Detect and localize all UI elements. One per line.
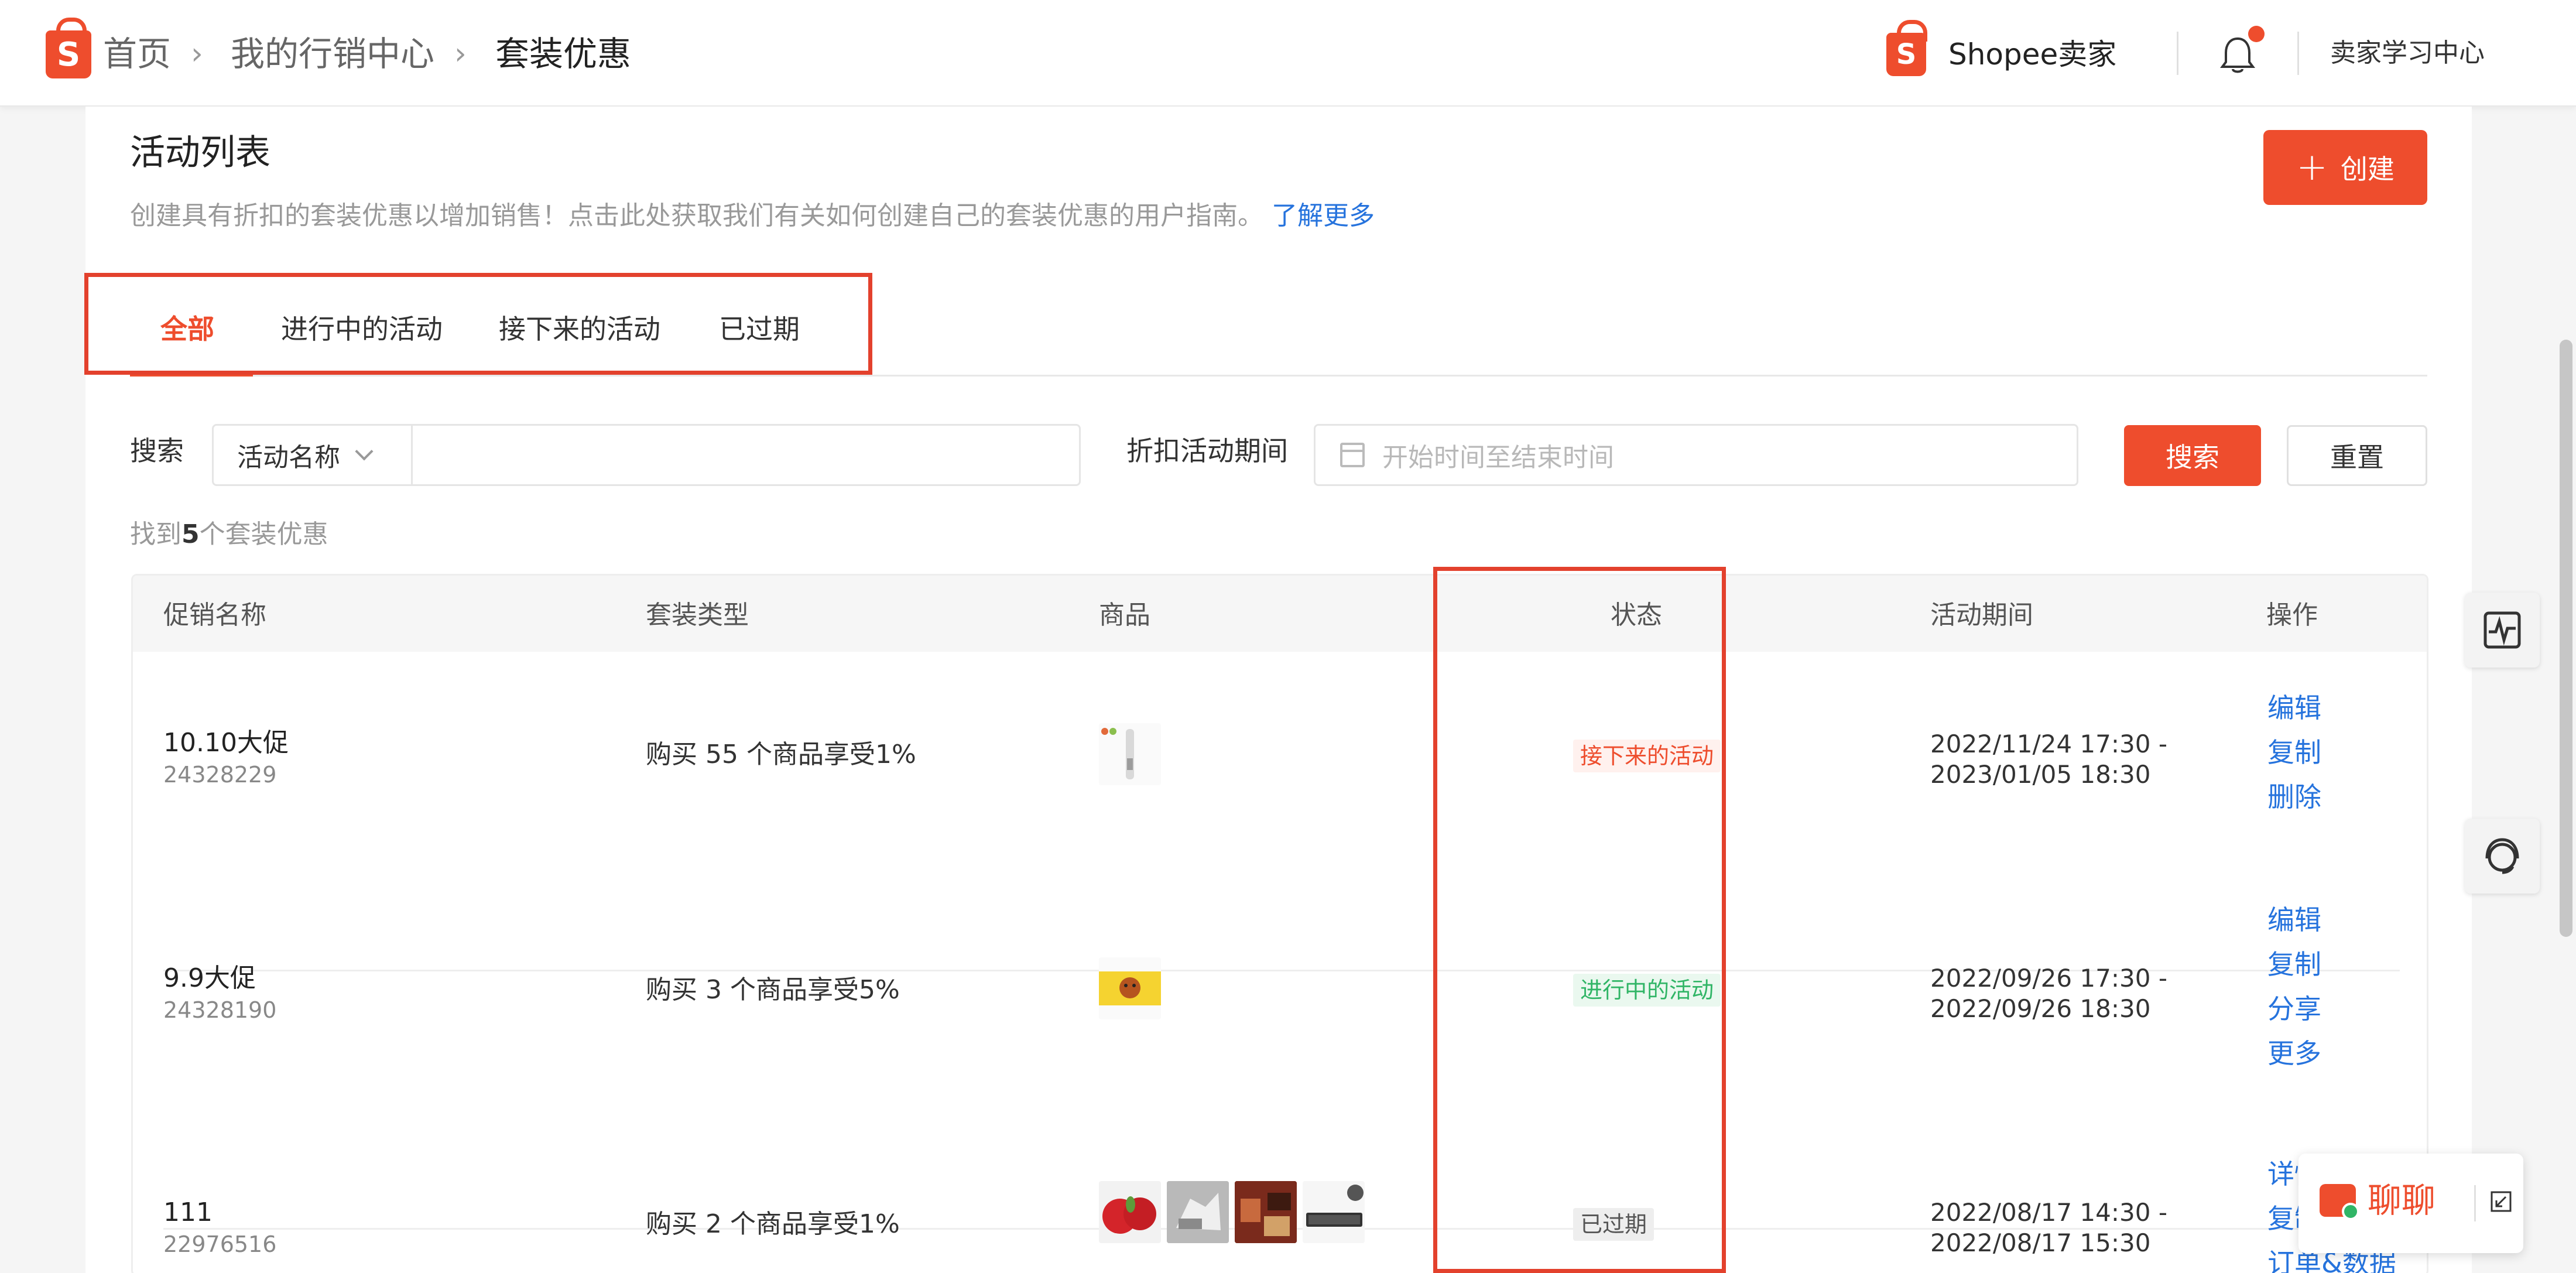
bundle-type: 购买 3 个商品享受5%: [646, 975, 900, 1005]
search-label: 搜索: [130, 435, 184, 467]
search-input[interactable]: [415, 429, 1071, 481]
campaign-period: 2022/08/17 14:30 - 2022/08/17 15:30: [1930, 1197, 2167, 1258]
table-row: 111 22976516: [163, 1196, 276, 1260]
chat-widget[interactable]: 聊聊: [2298, 1154, 2523, 1253]
period-end: 2023/01/05 18:30: [1930, 760, 2151, 789]
period-end: 2022/08/17 15:30: [1930, 1228, 2151, 1257]
notification-dot: [2248, 26, 2265, 42]
seller-learning-center-link[interactable]: 卖家学习中心: [2330, 35, 2485, 71]
edit-action[interactable]: 编辑: [2267, 686, 2321, 730]
table-row: 9.9大促 24328190: [163, 962, 276, 1025]
search-type-value: 活动名称: [237, 443, 340, 473]
search-type-select[interactable]: 活动名称: [214, 426, 413, 484]
chevron-right-icon: ›: [454, 36, 467, 71]
period-start: 2022/08/17 14:30 -: [1930, 1198, 2167, 1227]
row-actions: 编辑 复制 分享 更多: [2267, 898, 2321, 1076]
chat-bubble-icon: [2320, 1184, 2359, 1220]
promotion-name: 10.10大促: [163, 728, 289, 758]
column-header-name: 促销名称: [163, 600, 266, 630]
row-actions: 编辑 复制 删除: [2267, 686, 2321, 819]
discount-period-label: 折扣活动期间: [1126, 435, 1288, 467]
copy-action[interactable]: 复制: [2267, 942, 2321, 987]
learn-more-link[interactable]: 了解更多: [1272, 201, 1375, 231]
date-range-picker[interactable]: 开始时间至结束时间: [1314, 424, 2078, 486]
divider: [2177, 32, 2178, 75]
product-thumbnail[interactable]: [1099, 957, 1161, 1019]
date-range-placeholder: 开始时间至结束时间: [1382, 443, 1614, 473]
tabs-divider: [130, 375, 2427, 377]
page-description: 创建具有折扣的套装优惠以增加销售！点击此处获取我们有关如何创建自己的套装优惠的用…: [130, 194, 1375, 232]
shopee-seller-logo-icon[interactable]: S: [1886, 20, 1927, 76]
performance-monitor-button[interactable]: [2465, 593, 2540, 668]
column-header-type: 套装类型: [646, 600, 749, 630]
breadcrumb-home[interactable]: 首页: [103, 30, 171, 77]
share-action[interactable]: 分享: [2267, 987, 2321, 1031]
chevron-down-icon: [355, 442, 374, 461]
column-header-period: 活动期间: [1930, 600, 2033, 630]
period-start: 2022/11/24 17:30 -: [1930, 730, 2167, 758]
breadcrumb-marketing-center[interactable]: 我的行销中心: [231, 30, 434, 77]
more-action[interactable]: 更多: [2267, 1031, 2321, 1076]
table-header: 促销名称 套装类型 商品 状态 活动期间 操作: [133, 576, 2427, 652]
copy-action[interactable]: 复制: [2267, 730, 2321, 775]
page-scrollbar[interactable]: [2560, 340, 2572, 937]
bundle-type: 购买 55 个商品享受1%: [646, 740, 916, 769]
result-count-number: 5: [181, 519, 200, 549]
customer-service-button[interactable]: [2465, 819, 2540, 894]
breadcrumb-current: 套装优惠: [495, 34, 632, 74]
calendar-icon: [1340, 443, 1365, 467]
tabs-highlight-box: [84, 273, 872, 375]
description-text: 创建具有折扣的套装优惠以增加销售！点击此处获取我们有关如何创建自己的套装优惠的用…: [130, 201, 1263, 231]
product-thumbnail[interactable]: [1099, 1181, 1161, 1243]
expand-icon[interactable]: [2489, 1190, 2513, 1213]
top-bar: S 首页 › 我的行销中心 › 套装优惠 S Shopee卖家 卖家学习中心: [0, 0, 2576, 107]
delete-action[interactable]: 删除: [2267, 775, 2321, 819]
shopee-logo-icon[interactable]: S: [46, 18, 91, 78]
promotion-id: 24328190: [163, 997, 277, 1023]
create-button-label: 创建: [2340, 153, 2395, 185]
bundle-type: 购买 2 个商品享受1%: [646, 1209, 900, 1239]
product-thumbnail[interactable]: [1167, 1181, 1229, 1243]
headset-icon: [2485, 838, 2519, 874]
reset-button[interactable]: 重置: [2287, 425, 2427, 486]
status-column-highlight-box: [1433, 567, 1726, 1273]
promotion-name: 111: [163, 1197, 213, 1227]
page-title: 活动列表: [130, 132, 270, 173]
column-header-actions: 操作: [2266, 600, 2318, 630]
bundle-deals-table: 促销名称 套装类型 商品 状态 活动期间 操作 10.10大促 24328229…: [131, 574, 2428, 1273]
plus-icon: +: [2296, 146, 2328, 189]
campaign-period: 2022/09/26 17:30 - 2022/09/26 18:30: [1930, 963, 2167, 1024]
promotion-name: 9.9大促: [163, 963, 256, 993]
search-group: 活动名称: [212, 424, 1081, 486]
column-header-products: 商品: [1099, 600, 1150, 630]
product-thumbnail[interactable]: [1235, 1181, 1297, 1243]
notification-bell-icon[interactable]: [2219, 35, 2256, 76]
result-count: 找到5个套装优惠: [130, 514, 328, 555]
divider: [2474, 1185, 2476, 1221]
product-thumbnail[interactable]: [1099, 723, 1161, 785]
divider: [2297, 32, 2299, 75]
chevron-right-icon: ›: [191, 36, 203, 71]
promotion-id: 22976516: [163, 1231, 277, 1257]
product-thumbnail[interactable]: [1303, 1181, 1365, 1243]
activity-pulse-icon: [2483, 611, 2521, 649]
result-prefix: 找到: [130, 519, 181, 549]
result-suffix: 个套装优惠: [199, 519, 328, 549]
edit-action[interactable]: 编辑: [2267, 898, 2321, 942]
campaign-list-card: 活动列表 创建具有折扣的套装优惠以增加销售！点击此处获取我们有关如何创建自己的套…: [84, 107, 2472, 1273]
search-button[interactable]: 搜索: [2124, 425, 2261, 486]
brand-name[interactable]: Shopee卖家: [1948, 34, 2116, 75]
chat-label: 聊聊: [2368, 1180, 2436, 1220]
period-start: 2022/09/26 17:30 -: [1930, 964, 2167, 993]
campaign-period: 2022/11/24 17:30 - 2023/01/05 18:30: [1930, 729, 2167, 790]
create-button[interactable]: + 创建: [2263, 130, 2427, 205]
promotion-id: 24328229: [163, 762, 277, 788]
table-row: 10.10大促 24328229: [163, 727, 289, 790]
period-end: 2022/09/26 18:30: [1930, 994, 2151, 1023]
